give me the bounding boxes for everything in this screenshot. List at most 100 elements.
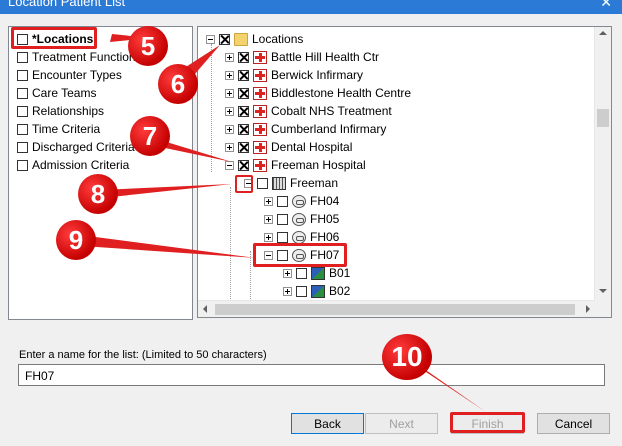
- tree-node-label: Battle Hill Health Ctr: [271, 50, 380, 64]
- checkbox-checked[interactable]: [238, 123, 249, 135]
- tree-node-building-freeman[interactable]: Freeman: [244, 174, 338, 192]
- option-time-criteria[interactable]: Time Criteria: [17, 120, 100, 138]
- tree-node-label: Dental Hospital: [271, 140, 353, 154]
- horizontal-scrollbar[interactable]: [198, 300, 594, 317]
- scroll-right-icon[interactable]: [586, 305, 594, 313]
- expand-icon[interactable]: [225, 142, 234, 152]
- checkbox[interactable]: [277, 195, 288, 207]
- checkbox[interactable]: [257, 177, 268, 189]
- option-admission-criteria[interactable]: Admission Criteria: [17, 156, 129, 174]
- scroll-up-icon[interactable]: [599, 27, 607, 35]
- scroll-thumb[interactable]: [597, 109, 609, 127]
- title-bar: Location Patient List ✕: [0, 0, 622, 14]
- checkbox[interactable]: [17, 51, 28, 63]
- hospital-icon: [253, 140, 267, 154]
- checkbox[interactable]: [277, 213, 288, 225]
- highlight-locations: [11, 27, 97, 49]
- checkbox[interactable]: [17, 105, 28, 117]
- expand-icon[interactable]: [264, 196, 273, 206]
- checkbox[interactable]: [17, 69, 28, 81]
- tree-node-label: Cobalt NHS Treatment: [271, 104, 392, 118]
- tree-node-label: Cumberland Infirmary: [271, 122, 387, 136]
- scroll-left-icon[interactable]: [199, 305, 207, 313]
- option-encounter-types[interactable]: Encounter Types: [17, 66, 122, 84]
- tree-node-label: Biddlestone Health Centre: [271, 86, 412, 100]
- tree-connector: [230, 187, 231, 299]
- checkbox-checked[interactable]: [238, 105, 249, 117]
- checkbox[interactable]: [17, 141, 28, 153]
- checkbox-checked[interactable]: [238, 69, 249, 81]
- ward-icon: [292, 212, 306, 226]
- option-treatment-function[interactable]: Treatment Function: [17, 48, 136, 66]
- scroll-thumb[interactable]: [215, 304, 575, 315]
- back-button[interactable]: Back: [291, 413, 364, 434]
- tree-node-site[interactable]: Berwick Infirmary: [225, 66, 363, 84]
- hospital-icon: [253, 122, 267, 136]
- collapse-icon[interactable]: [225, 160, 234, 170]
- location-tree[interactable]: Locations Battle Hill Health Ctr Berwick…: [197, 26, 612, 318]
- collapse-icon[interactable]: [206, 34, 215, 44]
- option-label: Relationships: [32, 104, 105, 118]
- step-badge-6: 6: [158, 64, 198, 104]
- tree-node-label: Freeman: [290, 176, 339, 190]
- highlight-collapse-freeman: [235, 175, 253, 193]
- tree-node-label: Locations: [252, 32, 304, 46]
- tree-node-site[interactable]: Biddlestone Health Centre: [225, 84, 411, 102]
- checkbox-checked[interactable]: [238, 141, 249, 153]
- checkbox-checked[interactable]: [238, 87, 249, 99]
- step-badge-10: 10: [382, 334, 432, 380]
- option-label: Admission Criteria: [32, 158, 130, 172]
- tree-node-site-freeman-hospital[interactable]: Freeman Hospital: [225, 156, 366, 174]
- expand-icon[interactable]: [225, 106, 234, 116]
- checkbox[interactable]: [277, 231, 288, 243]
- step-badge-9: 9: [56, 220, 96, 260]
- window-title: Location Patient List: [8, 0, 126, 9]
- expand-icon[interactable]: [225, 52, 234, 62]
- expand-icon[interactable]: [225, 88, 234, 98]
- checkbox[interactable]: [17, 159, 28, 171]
- tree-node-site[interactable]: Cumberland Infirmary: [225, 120, 386, 138]
- tree-node-label: FH05: [310, 212, 340, 226]
- expand-icon[interactable]: [225, 70, 234, 80]
- hospital-icon: [253, 50, 267, 64]
- tree-node-root[interactable]: Locations: [206, 30, 303, 48]
- tree-node-label: FH06: [310, 230, 340, 244]
- tree-node-label: Freeman Hospital: [271, 158, 366, 172]
- tree-node-site[interactable]: Dental Hospital: [225, 138, 352, 156]
- tree-node-label: Berwick Infirmary: [271, 68, 364, 82]
- option-relationships[interactable]: Relationships: [17, 102, 104, 120]
- tree-node-ward[interactable]: FH04: [264, 192, 339, 210]
- tree-node-ward[interactable]: FH05: [264, 210, 339, 228]
- hospital-icon: [253, 86, 267, 100]
- checkbox-checked[interactable]: [238, 51, 249, 63]
- expand-icon[interactable]: [283, 286, 292, 296]
- expand-icon[interactable]: [264, 232, 273, 242]
- vertical-scrollbar[interactable]: [594, 27, 611, 300]
- checkbox[interactable]: [17, 123, 28, 135]
- checkbox[interactable]: [296, 285, 307, 297]
- option-label: Care Teams: [32, 86, 97, 100]
- checkbox[interactable]: [17, 87, 28, 99]
- step-badge-7: 7: [130, 116, 170, 156]
- tree-node-site[interactable]: Cobalt NHS Treatment: [225, 102, 392, 120]
- checkbox-checked[interactable]: [238, 159, 249, 171]
- highlight-fh07: [253, 243, 347, 267]
- expand-icon[interactable]: [264, 214, 273, 224]
- cancel-button[interactable]: Cancel: [537, 413, 610, 434]
- scroll-down-icon[interactable]: [599, 289, 607, 297]
- hospital-icon: [253, 68, 267, 82]
- tree-node-label: B01: [329, 266, 351, 280]
- tree-connector: [250, 251, 251, 299]
- highlight-finish: [450, 412, 525, 433]
- checkbox[interactable]: [296, 267, 307, 279]
- option-care-teams[interactable]: Care Teams: [17, 84, 96, 102]
- expand-icon[interactable]: [225, 124, 234, 134]
- tree-node-bed[interactable]: B02: [283, 282, 350, 300]
- checkbox-checked[interactable]: [219, 33, 230, 45]
- tree-node-site[interactable]: Battle Hill Health Ctr: [225, 48, 379, 66]
- expand-icon[interactable]: [283, 268, 292, 278]
- close-icon[interactable]: ✕: [600, 0, 612, 11]
- option-discharged-criteria[interactable]: Discharged Criteria: [17, 138, 135, 156]
- list-name-input[interactable]: FH07: [18, 364, 605, 386]
- next-button[interactable]: Next: [365, 413, 438, 434]
